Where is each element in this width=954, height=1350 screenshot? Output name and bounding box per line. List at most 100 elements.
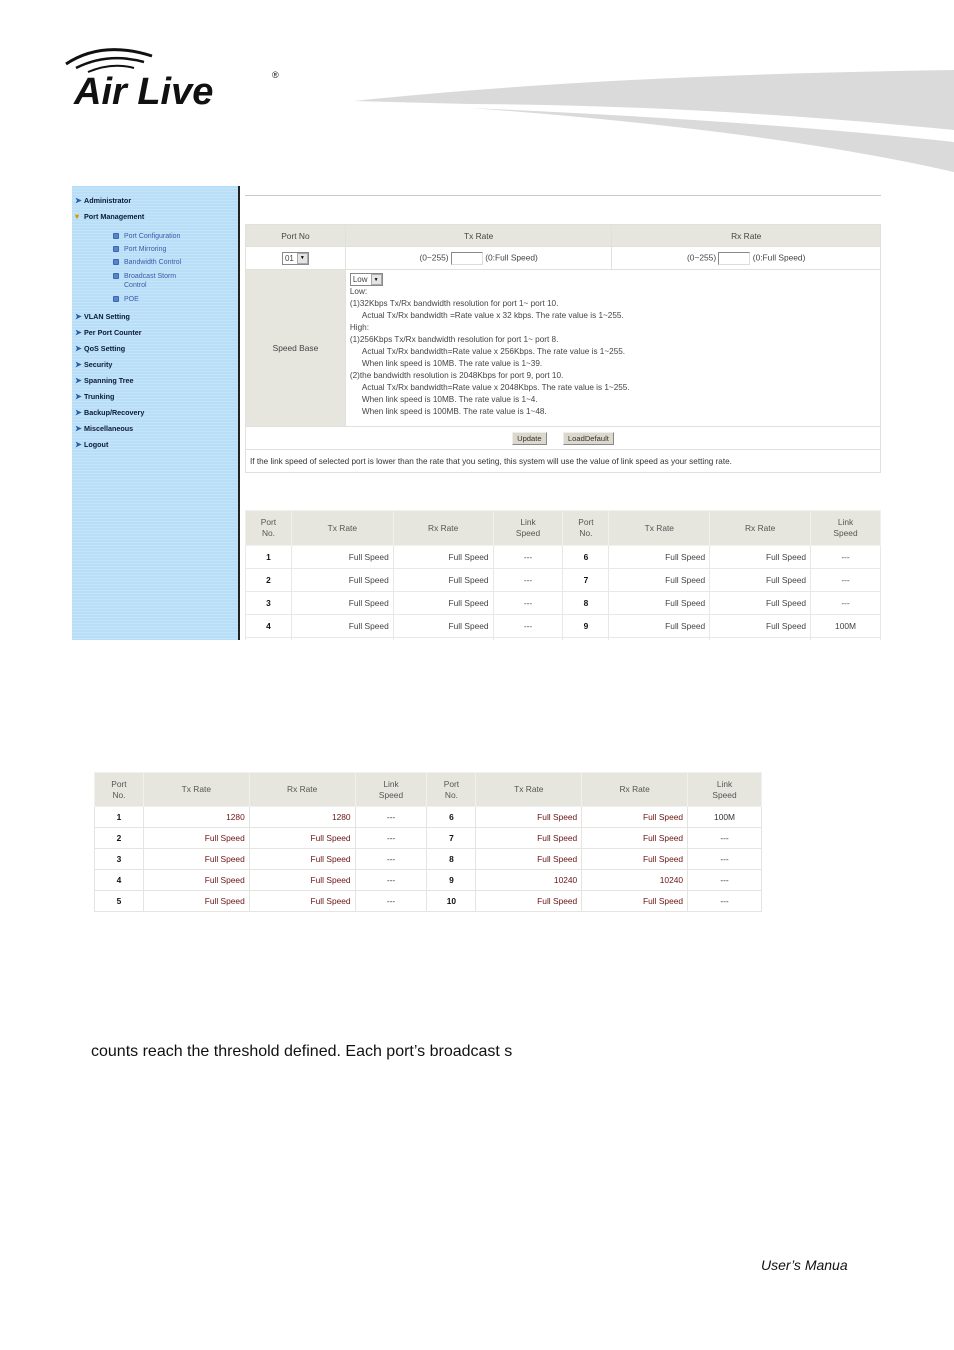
link-speed-cell: 100M (810, 614, 881, 638)
top-divider (245, 195, 881, 196)
description-line: Actual Tx/Rx bandwidth=Rate value x 2048… (361, 383, 630, 392)
link-speed-cell: --- (492, 614, 564, 638)
port-no-cell: 8 (426, 848, 477, 870)
link-speed-cell: --- (810, 568, 881, 592)
rx-rate-cell: Full Speed (581, 890, 689, 912)
bandwidth-status-table-example: Port No. Tx Rate Rx Rate Link Speed Port No. Tx … (94, 772, 762, 912)
table-row: 3 Full Speed Full Speed --- 8 Full Speed Full … (94, 848, 762, 870)
port-no-cell: 5 (245, 637, 292, 640)
rx-rate-cell: Full Speed (581, 827, 689, 849)
sidebar-item-per-port-counter[interactable]: ➤ Per Port Counter (75, 328, 142, 337)
rx-rate-cell: Full Speed (709, 545, 812, 569)
sidebar-item-miscellaneous[interactable]: ➤ Miscellaneous (75, 424, 133, 433)
description-line: Actual Tx/Rx bandwidth=Rate value x 256K… (361, 347, 626, 356)
main-content: Port No Tx Rate Rx Rate 01 ▼ (0~255) (0:F… (245, 186, 882, 640)
column-header: Link Speed (810, 510, 881, 546)
header-rx-rate: Rx Rate (611, 224, 881, 247)
rx-rate-cell: Full Speed (709, 591, 812, 615)
column-header: Rx Rate (392, 510, 494, 546)
table-row: 2 Full Speed Full Speed --- 7 Full Speed Full … (94, 827, 762, 849)
sidebar-subitem-port-configuration[interactable]: Port Configuration (113, 232, 180, 241)
link-speed-cell: --- (687, 890, 762, 912)
sidebar-item-security[interactable]: ➤ Security (75, 360, 112, 369)
port-no-cell: 1 (245, 545, 292, 569)
airlive-logo: Air Live ® (65, 48, 279, 110)
link-speed-cell: --- (687, 848, 762, 870)
speed-base-select[interactable]: Low ▼ (349, 273, 383, 286)
arrow-right-icon: ➤ (75, 440, 82, 449)
bullet-icon (113, 273, 119, 279)
rx-rate-cell: Full Speed (709, 568, 812, 592)
description-line: (1)256Kbps Tx/Rx bandwidth resolution fo… (349, 335, 559, 344)
link-speed-cell: --- (810, 591, 881, 615)
sidebar-item-administrator[interactable]: ➤ Administrator (75, 196, 131, 205)
rx-rate-cell: Full Speed (392, 545, 494, 569)
tx-rate-cell: Full Speed (290, 614, 394, 638)
bandwidth-status-table: Port No. Tx Rate Rx Rate Link Speed Port No. Tx … (245, 510, 881, 640)
tx-rate-cell: 10240 (475, 869, 583, 891)
tx-rate-cell: Full Speed (608, 591, 711, 615)
tx-rate-cell: Full Speed (608, 568, 711, 592)
column-header: Port No. (94, 772, 144, 807)
rx-rate-cell: 1280 (248, 806, 356, 828)
description-line: (2)the bandwidth resolution is 2048Kbps … (349, 371, 564, 380)
tx-rate-cell: Full Speed (142, 827, 250, 849)
tx-rate-cell: Full Speed (142, 869, 250, 891)
column-header: Tx Rate (608, 510, 711, 546)
page-footer: User’s Manua (761, 1257, 848, 1273)
update-button[interactable]: Update (512, 431, 547, 445)
arrow-right-icon: ➤ (75, 376, 82, 385)
sidebar-item-spanning-tree[interactable]: ➤ Spanning Tree (75, 376, 134, 385)
tx-rate-cell: Full Speed (608, 637, 711, 640)
table-row: 3 Full Speed Full Speed --- 8 Full Speed Full … (245, 591, 881, 615)
link-speed-cell: --- (354, 848, 428, 870)
port-no-cell: 7 (562, 568, 610, 592)
sidebar-item-port-management[interactable]: ▾ Port Management (75, 212, 144, 221)
description-line: High: (349, 323, 369, 332)
sidebar-item-logout[interactable]: ➤ Logout (75, 440, 108, 449)
rx-rate-cell: 10240 (581, 869, 689, 891)
tx-rate-input[interactable] (450, 251, 483, 265)
port-no-cell: 10 (562, 637, 610, 640)
port-no-cell: 1 (94, 806, 144, 828)
description-line: (1)32Kbps Tx/Rx bandwidth resolution for… (349, 299, 559, 308)
arrow-right-icon: ➤ (75, 312, 82, 321)
column-header: Rx Rate (581, 772, 689, 807)
sidebar-subitem-bandwidth-control[interactable]: Bandwidth Control (113, 258, 181, 267)
dropdown-arrow-icon: ▼ (296, 252, 308, 264)
sidebar-nav: ➤ Administrator ▾ Port Management Port Con… (72, 186, 239, 640)
arrow-right-icon: ➤ (75, 328, 82, 337)
port-no-cell: 8 (562, 591, 610, 615)
port-no-cell: 3 (245, 591, 292, 615)
sidebar-subitem-poe[interactable]: POE (113, 295, 139, 304)
link-speed-cell: --- (354, 827, 428, 849)
sidebar-item-trunking[interactable]: ➤ Trunking (75, 392, 114, 401)
tx-rate-cell: Full Speed (142, 848, 250, 870)
bullet-icon (113, 259, 119, 265)
rx-rate-cell: Full Speed (392, 637, 494, 640)
rx-rate-cell: Full Speed (709, 614, 812, 638)
port-select[interactable]: 01 ▼ (281, 251, 309, 265)
rx-rate-cell: Full Speed (248, 848, 356, 870)
tx-rate-cell: Full Speed (290, 545, 394, 569)
rx-rate-input[interactable] (718, 251, 751, 265)
link-speed-cell: --- (354, 806, 428, 828)
sidebar-item-qos-setting[interactable]: ➤ QoS Setting (75, 344, 125, 353)
description-line: When link speed is 100MB. The rate value… (361, 407, 547, 416)
link-speed-cell: 100M (687, 806, 762, 828)
speed-base-label: Speed Base (245, 269, 346, 427)
sidebar-item-backup-recovery[interactable]: ➤ Backup/Recovery (75, 408, 144, 417)
rx-rate-cell: Full Speed (248, 890, 356, 912)
sidebar-subitem-broadcast-storm-control[interactable]: Broadcast Storm Control (113, 272, 176, 290)
column-header: Tx Rate (142, 772, 250, 807)
port-no-cell: 2 (245, 568, 292, 592)
rx-rate-cell: Full Speed (248, 869, 356, 891)
tx-rate-cell: Full Speed (290, 591, 394, 615)
load-default-button[interactable]: LoadDefault (562, 431, 614, 445)
port-no-cell: 6 (562, 545, 610, 569)
sidebar-item-vlan-setting[interactable]: ➤ VLAN Setting (75, 312, 130, 321)
port-no-cell: 9 (562, 614, 610, 638)
sidebar-subitem-port-mirroring[interactable]: Port Mirroring (113, 245, 166, 254)
header-port-no: Port No (245, 224, 346, 247)
tx-rate-cell: Full Speed (608, 545, 711, 569)
